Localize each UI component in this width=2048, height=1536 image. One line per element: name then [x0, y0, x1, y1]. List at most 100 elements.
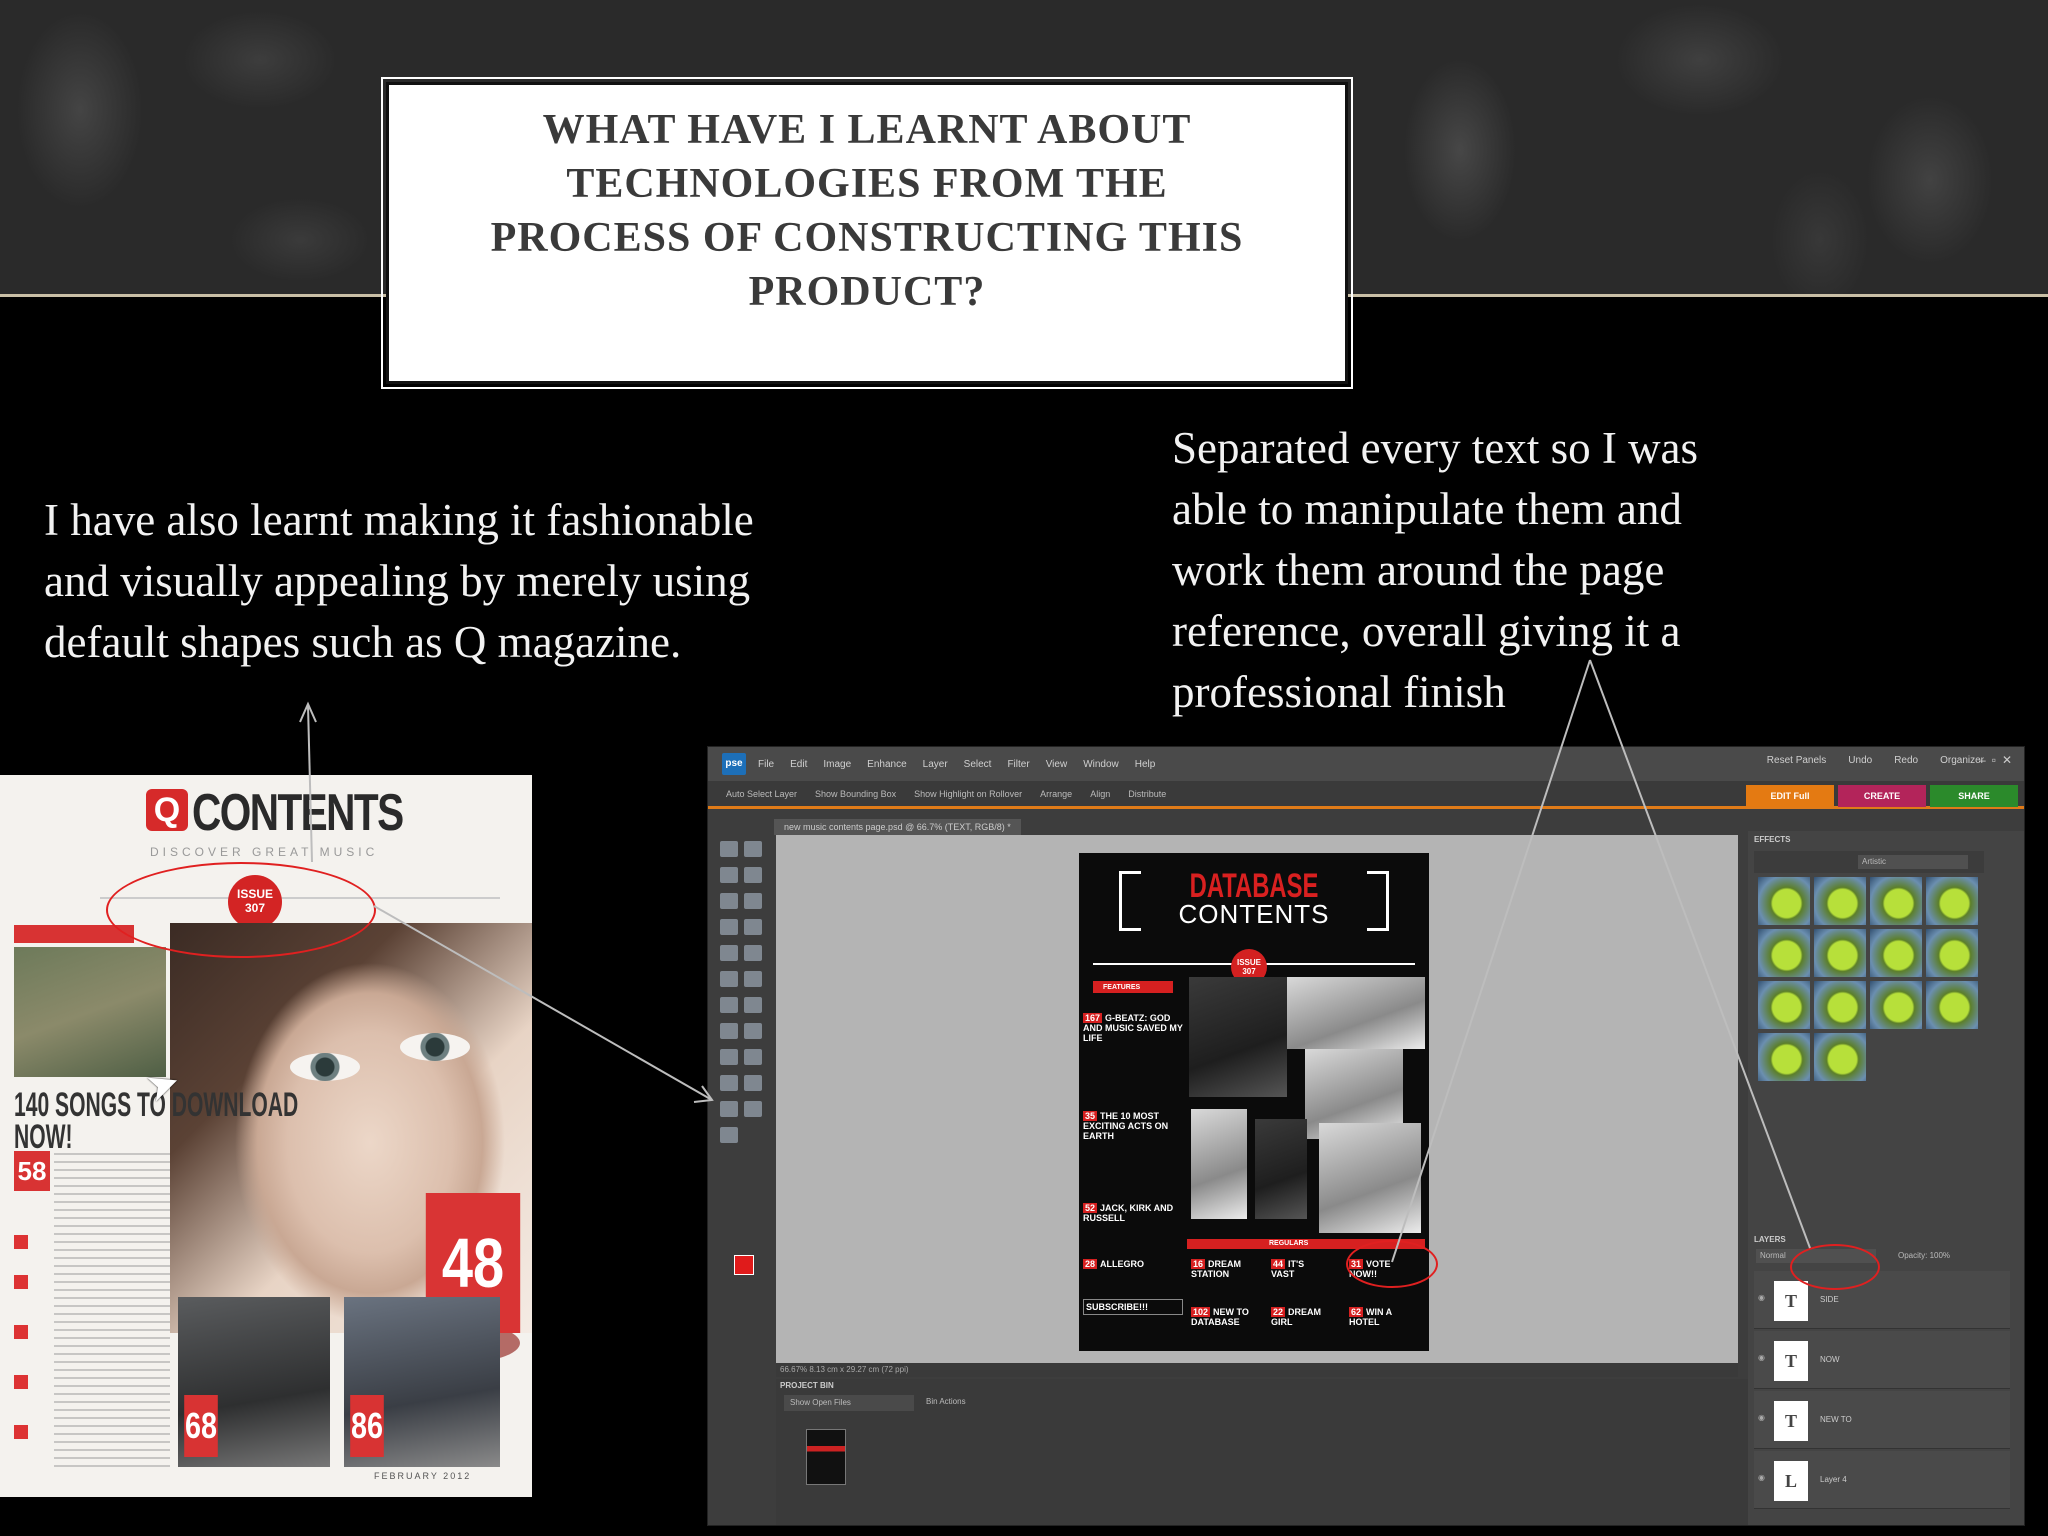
document-photo-2 — [1287, 977, 1425, 1049]
magic-wand-tool-icon[interactable] — [720, 919, 738, 935]
paint-bucket-icon[interactable] — [720, 1075, 738, 1091]
menu-enhance[interactable]: Enhance — [867, 759, 906, 770]
q-logo: Q — [146, 789, 188, 831]
title-box: WHAT HAVE I LEARNT ABOUT TECHNOLOGIES FR… — [381, 77, 1353, 389]
red-eye-tool-icon[interactable] — [720, 997, 738, 1013]
regulars-label: REGULARS — [1269, 1240, 1309, 1247]
option-align[interactable]: Align — [1090, 789, 1110, 799]
tab-edit-full[interactable]: EDIT Full — [1746, 785, 1834, 807]
menu-select[interactable]: Select — [964, 759, 992, 770]
effect-thumbnail[interactable] — [1870, 877, 1922, 925]
effect-thumbnail[interactable] — [1814, 1033, 1866, 1081]
visibility-icon[interactable]: ◉ — [1758, 1293, 1765, 1302]
effect-thumbnail[interactable] — [1926, 877, 1978, 925]
menu-filter[interactable]: Filter — [1007, 759, 1029, 770]
redo-button[interactable]: Redo — [1894, 755, 1918, 766]
layers-panel-label: LAYERS — [1754, 1235, 1786, 1244]
option-distribute[interactable]: Distribute — [1128, 789, 1166, 799]
option-show-bounding-box[interactable]: Show Bounding Box — [815, 789, 896, 799]
effect-thumbnail[interactable] — [1814, 877, 1866, 925]
feature-num: 28 — [1083, 1259, 1098, 1269]
issue-highlight-ellipse — [106, 862, 376, 958]
crop-tool-icon[interactable] — [744, 945, 762, 961]
eyedropper-tool-icon[interactable] — [744, 867, 762, 883]
selection-brush-icon[interactable] — [744, 919, 762, 935]
visibility-icon[interactable]: ◉ — [1758, 1473, 1765, 1482]
menu-file[interactable]: File — [758, 759, 774, 770]
tab-share[interactable]: SHARE — [1930, 785, 2018, 807]
status-bar: 66.67% 8.13 cm x 29.27 cm (72 ppi) — [776, 1363, 1738, 1377]
magazine-title: CONTENTS — [192, 784, 404, 842]
project-bin-label: PROJECT BIN — [780, 1381, 834, 1390]
visibility-icon[interactable]: ◉ — [1758, 1353, 1765, 1362]
document-tab[interactable]: new music contents page.psd @ 66.7% (TEX… — [774, 819, 1021, 835]
menu-layer[interactable]: Layer — [923, 759, 948, 770]
toolbox — [716, 837, 766, 1287]
layer-row[interactable]: ◉ T SIDE — [1754, 1271, 2010, 1329]
window-controls[interactable]: –▫✕ — [1979, 753, 2018, 767]
layer-row[interactable]: ◉ T NEW TO — [1754, 1391, 2010, 1449]
menu-window[interactable]: Window — [1083, 759, 1119, 770]
tab-create[interactable]: CREATE — [1838, 785, 1926, 807]
layer-row[interactable]: ◉ L Layer 4 — [1754, 1451, 2010, 1509]
bin-actions-button[interactable]: Bin Actions — [926, 1397, 966, 1406]
effect-thumbnail[interactable] — [1758, 929, 1810, 977]
regular-num: 16 — [1191, 1259, 1206, 1269]
option-show-highlight[interactable]: Show Highlight on Rollover — [914, 789, 1022, 799]
lasso-tool-icon[interactable] — [744, 893, 762, 909]
clone-stamp-icon[interactable] — [720, 1023, 738, 1039]
healing-brush-icon[interactable] — [744, 997, 762, 1013]
option-auto-select-layer[interactable]: Auto Select Layer — [726, 789, 797, 799]
regular-num: 44 — [1271, 1259, 1286, 1269]
menu-view[interactable]: View — [1046, 759, 1068, 770]
effect-thumbnail[interactable] — [1758, 877, 1810, 925]
effect-thumbnail[interactable] — [1870, 929, 1922, 977]
foreground-color-swatch[interactable] — [734, 1255, 754, 1275]
zoom-tool-icon[interactable] — [744, 841, 762, 857]
smart-brush-icon[interactable] — [744, 1049, 762, 1065]
hand-tool-icon[interactable] — [720, 867, 738, 883]
document-photo-5 — [1255, 1119, 1307, 1219]
feature-item: 28 ALLEGRO — [1083, 1259, 1183, 1269]
shape-tool-icon[interactable] — [720, 1101, 738, 1117]
effect-thumbnail[interactable] — [1758, 1033, 1810, 1081]
menu-help[interactable]: Help — [1135, 759, 1156, 770]
eraser-tool-icon[interactable] — [744, 1023, 762, 1039]
menu-edit[interactable]: Edit — [790, 759, 807, 770]
page-number-86: 86 — [350, 1395, 384, 1457]
show-open-files-select[interactable]: Show Open Files — [784, 1395, 914, 1411]
gradient-tool-icon[interactable] — [744, 1075, 762, 1091]
organizer-button[interactable]: Organizer — [1940, 755, 1984, 766]
marquee-tool-icon[interactable] — [720, 893, 738, 909]
vote-now-highlight-ellipse — [1346, 1240, 1438, 1288]
effect-thumbnail[interactable] — [1926, 981, 1978, 1029]
move-tool-icon[interactable] — [720, 841, 738, 857]
sponge-tool-icon[interactable] — [720, 1127, 738, 1143]
type-tool-icon[interactable] — [720, 945, 738, 961]
undo-button[interactable]: Undo — [1848, 755, 1872, 766]
app-logo-icon[interactable]: pse — [722, 753, 746, 775]
brush-tool-icon[interactable] — [720, 1049, 738, 1065]
right-annotation-text: Separated every text so I was able to ma… — [1172, 423, 1699, 717]
blur-tool-icon[interactable] — [744, 1101, 762, 1117]
cookie-cutter-icon[interactable] — [720, 971, 738, 987]
effect-thumbnail[interactable] — [1814, 981, 1866, 1029]
feature-num: 52 — [1083, 1203, 1098, 1213]
effect-thumbnail[interactable] — [1814, 929, 1866, 977]
eye-left — [290, 1053, 360, 1081]
layer-opacity[interactable]: Opacity: 100% — [1898, 1251, 1950, 1260]
layer-row[interactable]: ◉ T NOW — [1754, 1331, 2010, 1389]
option-arrange[interactable]: Arrange — [1040, 789, 1072, 799]
effects-filter-select[interactable]: Artistic — [1858, 855, 1968, 869]
right-panels: EFFECTS Artistic LAYERS Normal Opacity: … — [1748, 831, 2024, 1525]
menu-image[interactable]: Image — [823, 759, 851, 770]
effect-thumbnail[interactable] — [1870, 981, 1922, 1029]
effect-thumbnail[interactable] — [1926, 929, 1978, 977]
layer-thumbnail: L — [1774, 1461, 1808, 1501]
effect-thumbnail[interactable] — [1758, 981, 1810, 1029]
open-file-thumbnail[interactable] — [806, 1429, 846, 1485]
straighten-tool-icon[interactable] — [744, 971, 762, 987]
reset-panels-button[interactable]: Reset Panels — [1767, 755, 1826, 766]
visibility-icon[interactable]: ◉ — [1758, 1413, 1765, 1422]
effects-grid — [1758, 877, 1978, 1081]
